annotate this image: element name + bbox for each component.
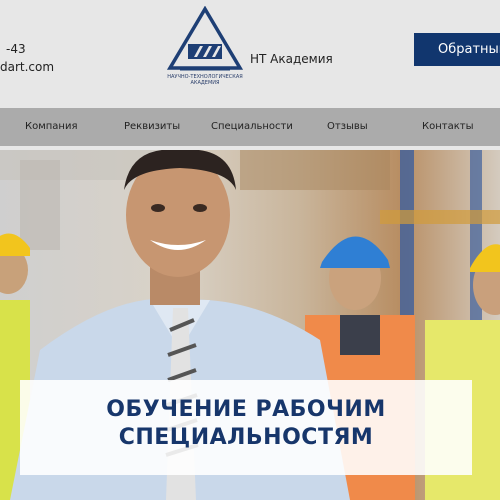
hero-title-line-1: ОБУЧЕНИЕ РАБОЧИМ	[106, 397, 386, 422]
hero-banner: ОБУЧЕНИЕ РАБОЧИМ СПЕЦИАЛЬНОСТЯМ	[0, 150, 500, 500]
phone-number[interactable]: -43	[0, 40, 54, 58]
contact-info: -43 dart.com	[0, 40, 54, 76]
main-nav: Компания Реквизиты Специальности Отзывы …	[0, 108, 500, 146]
nav-item-requisites[interactable]: Реквизиты	[124, 108, 180, 146]
hero-title-panel: ОБУЧЕНИЕ РАБОЧИМ СПЕЦИАЛЬНОСТЯМ	[20, 380, 472, 475]
nav-item-specialties[interactable]: Специальности	[211, 108, 293, 146]
logo-triangle-icon	[166, 6, 244, 71]
brand-name: НТ Академия	[250, 52, 333, 66]
hero-title-line-2: СПЕЦИАЛЬНОСТЯМ	[118, 425, 374, 450]
academy-logo[interactable]: Научно-технологическая академия	[166, 6, 244, 92]
nav-item-contacts[interactable]: Контакты	[422, 108, 473, 146]
email-address[interactable]: dart.com	[0, 58, 54, 76]
callback-button[interactable]: Обратный	[414, 33, 500, 66]
nav-item-reviews[interactable]: Отзывы	[327, 108, 368, 146]
logo-caption: Научно-технологическая академия	[167, 74, 243, 86]
hero-title: ОБУЧЕНИЕ РАБОЧИМ СПЕЦИАЛЬНОСТЯМ	[20, 396, 472, 452]
site-header: -43 dart.com Научно-технологическая акад…	[0, 0, 500, 108]
nav-item-company[interactable]: Компания	[25, 108, 77, 146]
